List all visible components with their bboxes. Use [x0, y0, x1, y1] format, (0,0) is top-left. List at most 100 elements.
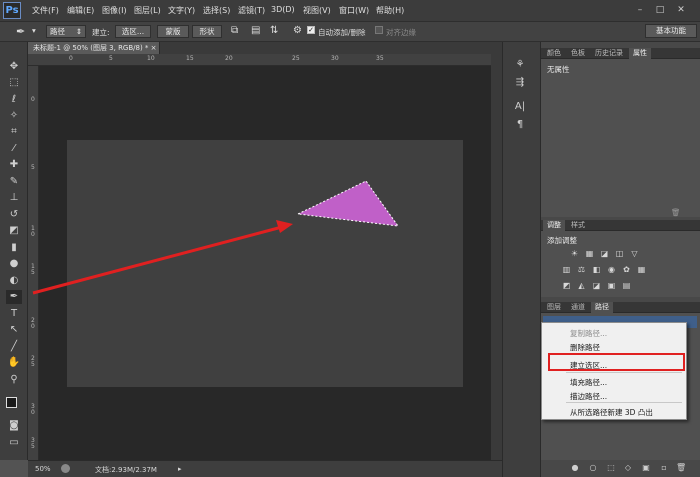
- close-tab-icon[interactable]: ×: [151, 44, 157, 52]
- clone-stamp-tool-icon[interactable]: ⊥: [6, 191, 22, 205]
- quick-mask-icon[interactable]: ◙: [6, 419, 22, 433]
- trash-icon[interactable]: 🗑: [671, 208, 681, 217]
- selective-color-icon[interactable]: ▣: [606, 281, 617, 291]
- menu-item-delete-path[interactable]: 删除路径: [570, 342, 600, 353]
- exposure-icon[interactable]: ◫: [614, 249, 625, 259]
- tool-preset-dropdown-icon[interactable]: ▾: [32, 26, 36, 35]
- workspace-button[interactable]: 基本功能: [645, 24, 697, 38]
- menu-layer[interactable]: 图层(L): [134, 5, 161, 16]
- tab-paths[interactable]: 路径: [591, 302, 613, 313]
- tab-swatches[interactable]: 色板: [567, 48, 589, 59]
- zoom-level[interactable]: 50%: [35, 465, 51, 473]
- history-brush-tool-icon[interactable]: ↺: [6, 208, 22, 222]
- magic-wand-tool-icon[interactable]: ✧: [6, 109, 22, 123]
- menu-image[interactable]: 图像(I): [102, 5, 127, 16]
- make-work-path-icon[interactable]: ◇: [623, 463, 633, 473]
- levels-icon[interactable]: ▦: [584, 249, 595, 259]
- menu-view[interactable]: 视图(V): [303, 5, 331, 16]
- blur-tool-icon[interactable]: ●: [6, 257, 22, 271]
- gradient-tool-icon[interactable]: ▮: [6, 241, 22, 255]
- auto-add-delete-checkbox[interactable]: ✓: [307, 26, 315, 34]
- vertical-scrollbar[interactable]: [491, 54, 502, 460]
- menu-3d[interactable]: 3D(D): [271, 5, 295, 14]
- fill-path-icon[interactable]: ●: [570, 463, 580, 473]
- new-path-icon[interactable]: ▫: [659, 463, 669, 473]
- brush-tool-icon[interactable]: ✎: [6, 175, 22, 189]
- color-lookup-icon[interactable]: ▦: [636, 265, 647, 275]
- move-tool-icon[interactable]: ✥: [6, 60, 22, 74]
- delete-path-icon[interactable]: 🗑: [676, 463, 686, 473]
- menu-item-fill-path[interactable]: 填充路径...: [570, 377, 607, 388]
- status-info-icon[interactable]: [61, 464, 70, 473]
- load-selection-icon[interactable]: ⬚: [606, 463, 616, 473]
- menu-type[interactable]: 文字(Y): [168, 5, 195, 16]
- marquee-tool-icon[interactable]: ⬚: [6, 76, 22, 90]
- threshold-icon[interactable]: ◪: [591, 281, 602, 291]
- menu-window[interactable]: 窗口(W): [339, 5, 369, 16]
- align-edges-checkbox[interactable]: [375, 26, 383, 34]
- line-tool-icon[interactable]: ╱: [6, 340, 22, 354]
- vibrance-icon[interactable]: ▽: [629, 249, 640, 259]
- eraser-tool-icon[interactable]: ◩: [6, 224, 22, 238]
- type-tool-icon[interactable]: T: [6, 307, 22, 321]
- menu-item-duplicate-path[interactable]: 复制路径...: [570, 328, 607, 339]
- curves-icon[interactable]: ◪: [599, 249, 610, 259]
- document-tab[interactable]: 未标题-1 @ 50% (图层 3, RGB/8) * ×: [28, 42, 160, 54]
- tab-properties[interactable]: 属性: [629, 48, 651, 59]
- black-white-icon[interactable]: ◧: [591, 265, 602, 275]
- menu-edit[interactable]: 编辑(E): [67, 5, 94, 16]
- dodge-tool-icon[interactable]: ◐: [6, 274, 22, 288]
- eyedropper-tool-icon[interactable]: ⁄: [6, 142, 22, 156]
- paragraph-icon[interactable]: ¶: [511, 118, 529, 132]
- menu-file[interactable]: 文件(F): [32, 5, 59, 16]
- menu-help[interactable]: 帮助(H): [376, 5, 404, 16]
- photo-filter-icon[interactable]: ◉: [606, 265, 617, 275]
- screen-mode-icon[interactable]: ▭: [6, 436, 22, 450]
- invert-icon[interactable]: ◩: [561, 281, 572, 291]
- pen-tool-icon[interactable]: ✒: [16, 25, 25, 38]
- add-mask-icon[interactable]: ▣: [641, 463, 651, 473]
- menu-select[interactable]: 选择(S): [203, 5, 230, 16]
- menu-filter[interactable]: 滤镜(T): [238, 5, 265, 16]
- lasso-tool-icon[interactable]: ℓ: [6, 93, 22, 107]
- gradient-map-icon[interactable]: ▤: [621, 281, 632, 291]
- hand-tool-icon[interactable]: ✋: [6, 356, 22, 370]
- hue-saturation-icon[interactable]: ▥: [561, 265, 572, 275]
- minimize-icon[interactable]: –: [634, 4, 646, 16]
- color-balance-icon[interactable]: ⚖: [576, 265, 587, 275]
- gear-icon[interactable]: ⚙: [293, 25, 302, 36]
- mask-button[interactable]: 蒙版: [157, 25, 189, 38]
- zoom-tool-icon[interactable]: ⚲: [6, 373, 22, 387]
- close-icon[interactable]: ✕: [675, 4, 687, 16]
- menu-item-stroke-path[interactable]: 描边路径...: [570, 391, 607, 402]
- shape-button[interactable]: 形状: [192, 25, 222, 38]
- stroke-path-icon[interactable]: ○: [588, 463, 598, 473]
- maximize-icon[interactable]: □: [654, 4, 666, 16]
- healing-brush-tool-icon[interactable]: ✚: [6, 158, 22, 172]
- character-icon[interactable]: A|: [511, 100, 529, 114]
- tab-color[interactable]: 颜色: [543, 48, 565, 59]
- menu-item-new-3d-extrusion[interactable]: 从所选路径新建 3D 凸出: [570, 407, 653, 418]
- channel-mixer-icon[interactable]: ✿: [621, 265, 632, 275]
- path-arrangement-icon[interactable]: ⇅: [270, 25, 278, 36]
- brightness-icon[interactable]: ☀: [569, 249, 580, 259]
- path-operations-icon[interactable]: ⧉: [231, 25, 238, 36]
- status-menu-arrow-icon[interactable]: ▸: [178, 465, 182, 473]
- brush-presets-icon[interactable]: ⇶: [511, 76, 529, 90]
- document-canvas[interactable]: [67, 140, 463, 387]
- tab-history[interactable]: 历史记录: [591, 48, 627, 59]
- posterize-icon[interactable]: ◭: [576, 281, 587, 291]
- path-selection-tool-icon[interactable]: ↖: [6, 323, 22, 337]
- tool-presets-icon[interactable]: ⚘: [511, 58, 529, 72]
- crop-tool-icon[interactable]: ⌗: [6, 125, 22, 139]
- ruler-left-label: 1 5: [31, 263, 35, 276]
- path-alignment-icon[interactable]: ▤: [251, 25, 260, 36]
- selection-button[interactable]: 选区...: [115, 25, 151, 38]
- tab-styles[interactable]: 样式: [567, 220, 589, 231]
- tab-channels[interactable]: 通道: [567, 302, 589, 313]
- mode-select[interactable]: 路径 ⇕: [46, 25, 86, 38]
- foreground-color-swatch[interactable]: [6, 397, 17, 408]
- tab-layers[interactable]: 图层: [543, 302, 565, 313]
- tab-adjustments[interactable]: 调整: [543, 220, 565, 231]
- pen-tool-icon[interactable]: ✒: [6, 290, 22, 304]
